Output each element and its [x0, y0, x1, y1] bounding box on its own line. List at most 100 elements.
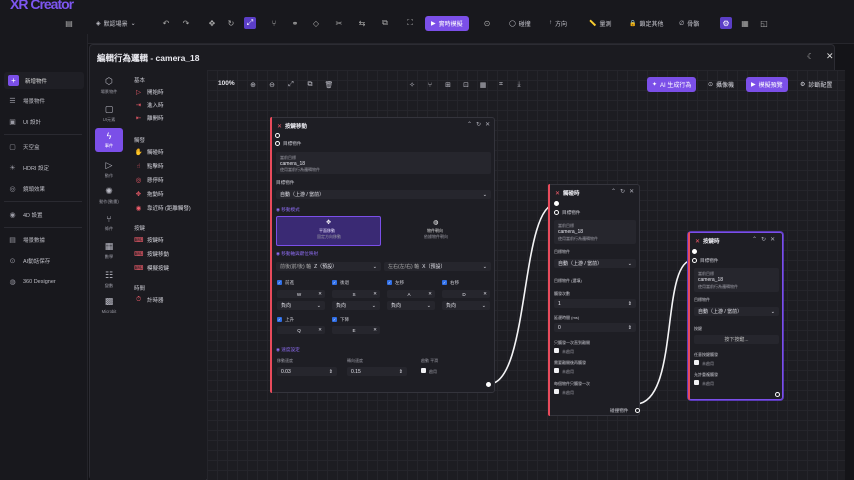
close-icon[interactable]: ✕ — [770, 236, 775, 243]
left-dir[interactable]: 負向 ⌄ — [387, 301, 435, 310]
target-label: 目標物件 — [700, 258, 719, 263]
input-port[interactable] — [275, 133, 280, 138]
once-label: 只觸發一次直到離開 — [554, 340, 590, 345]
speed-label: 移動速度 — [277, 358, 293, 363]
stepper-icon[interactable]: ⇕ — [628, 325, 632, 331]
forward-key[interactable]: W ✕ — [277, 290, 325, 298]
back-checkbox[interactable]: ✓ — [332, 280, 337, 285]
right-checkbox[interactable]: ✓ — [442, 280, 447, 285]
speed-input[interactable]: 0.03 ⇕ — [277, 367, 337, 376]
dir-value: 負向 — [446, 303, 457, 309]
node-key-move[interactable]: ✕ 按鍵移動 ⌃ ↻ ✕ 目標物件 當前目標 camera_18 使用當前行為邏輯物件… — [270, 117, 495, 393]
node-accent — [270, 117, 272, 393]
up-key[interactable]: Q ✕ — [277, 326, 325, 334]
current-hint: 使用當前行為邏輯物件 — [698, 284, 738, 289]
right-dir[interactable]: 負向 ⌄ — [442, 301, 490, 310]
clear-icon[interactable]: ✕ — [428, 291, 432, 297]
hold-label: 任意按鍵觸發 — [694, 352, 718, 357]
key-value: 按下按鍵... — [724, 337, 749, 343]
object-select[interactable]: 自動（上游 / 當前） ⌄ — [276, 190, 491, 199]
input-port[interactable] — [554, 201, 559, 206]
require-checkbox[interactable] — [554, 368, 559, 373]
close-icon[interactable]: ✕ — [629, 188, 634, 195]
rot-input[interactable]: 0.15 ⇕ — [347, 367, 407, 376]
object-label: 目標物件 — [554, 249, 570, 254]
left-checkbox[interactable]: ✓ — [387, 280, 392, 285]
key-label: 前進 — [285, 280, 295, 285]
fb-axis-select[interactable]: 前後(前/後) 軸 Z（預設） ⌄ — [276, 262, 381, 271]
refresh-icon[interactable]: ↻ — [620, 188, 625, 195]
axis-section-label: ◉ 移動軸與鍵位映射 — [276, 251, 318, 257]
count-input[interactable]: 1 ⇕ — [554, 299, 636, 308]
collapse-node-icon[interactable]: ⌃ — [467, 121, 472, 128]
clear-icon[interactable]: ✕ — [373, 327, 377, 333]
target-port[interactable] — [275, 141, 280, 146]
key-capture-input[interactable]: 按下按鍵... — [694, 335, 779, 344]
chevron-down-icon: ⌄ — [482, 191, 487, 198]
plane-icon: ✥ — [326, 220, 332, 226]
current-value: camera_18 — [558, 229, 584, 235]
delay-input[interactable]: 0 ⇕ — [554, 323, 636, 332]
chevron-down-icon: ⌄ — [627, 260, 632, 267]
close-node-icon: ✕ — [695, 238, 701, 245]
hold-checkbox[interactable] — [694, 360, 699, 365]
smooth-checkbox[interactable] — [421, 368, 426, 373]
output-port[interactable] — [486, 382, 491, 387]
object-select[interactable]: 自動（上游 / 當前） ⌄ — [694, 307, 779, 316]
target-port[interactable] — [554, 210, 559, 215]
count-label: 觸發次數 — [554, 291, 570, 296]
input-port[interactable] — [692, 249, 697, 254]
down-checkbox[interactable]: ✓ — [332, 317, 337, 322]
up-checkbox[interactable]: ✓ — [277, 317, 282, 322]
smooth-label: 啟動 平滑 — [421, 358, 439, 363]
each-checkbox[interactable] — [554, 389, 559, 394]
collapse-node-icon[interactable]: ⌃ — [752, 236, 757, 243]
object-select[interactable]: 自動（上游 / 當前） ⌄ — [554, 259, 636, 268]
clear-icon[interactable]: ✕ — [318, 291, 322, 297]
forward-dir[interactable]: 負向 ⌄ — [277, 301, 325, 310]
node-accent — [688, 232, 690, 400]
close-icon[interactable]: ✕ — [485, 121, 490, 128]
lr-value: X（預設） — [422, 264, 446, 270]
back-key[interactable]: S ✕ — [332, 290, 380, 298]
clear-icon[interactable]: ✕ — [483, 291, 487, 297]
lr-axis-select[interactable]: 左右(左/右) 軸 X（預設） ⌄ — [384, 262, 491, 271]
dir-value: 負向 — [391, 303, 402, 309]
collide-output-port[interactable] — [635, 408, 640, 413]
stepper-icon[interactable]: ⇕ — [628, 301, 632, 307]
rot-label: 轉向速度 — [347, 358, 363, 363]
stepper-icon[interactable]: ⇕ — [329, 369, 333, 375]
once-checkbox[interactable] — [554, 348, 559, 353]
forward-checkbox[interactable]: ✓ — [277, 280, 282, 285]
left-key[interactable]: A ✕ — [387, 290, 435, 298]
key-value: A — [407, 291, 411, 297]
target-port[interactable] — [692, 258, 697, 263]
collapse-node-icon[interactable]: ⌃ — [611, 188, 616, 195]
node-header: ✕ 按鍵時 — [695, 237, 720, 246]
stepper-icon[interactable]: ⇕ — [399, 369, 403, 375]
clear-icon[interactable]: ✕ — [373, 291, 377, 297]
speed-section: 速度設定 — [281, 347, 300, 352]
back-dir[interactable]: 負向 ⌄ — [332, 301, 380, 310]
key-value: W — [296, 291, 302, 297]
output-port[interactable] — [775, 392, 780, 397]
chevron-down-icon: ⌄ — [770, 308, 775, 315]
object-label: 目標物件 — [276, 180, 295, 185]
down-label: 下降 — [340, 317, 350, 322]
current-value: camera_18 — [698, 277, 724, 283]
down-key[interactable]: E ✕ — [332, 326, 380, 334]
connection-move-to-touch — [488, 203, 557, 385]
mode-label: 移動模式 — [281, 207, 300, 212]
refresh-icon[interactable]: ↻ — [476, 121, 481, 128]
repeat-checkbox[interactable] — [694, 380, 699, 385]
count-value: 1 — [558, 300, 561, 307]
require-check: 未啟用 — [562, 369, 574, 374]
node-key-press[interactable]: ✕ 按鍵時 ⌃ ↻ ✕ 目標物件 當前目標 camera_18 使用當前行為邏輯物件 … — [688, 232, 783, 400]
hold-check: 未啟用 — [702, 361, 714, 366]
clear-icon[interactable]: ✕ — [318, 327, 322, 333]
node-touch[interactable]: ✕ 觸碰時 ⌃ ↻ ✕ 目標物件 當前目標 camera_18 使用當前行為邏輯物件 … — [548, 184, 640, 416]
node-title: 觸碰時 — [563, 191, 580, 197]
right-key[interactable]: D ✕ — [442, 290, 490, 298]
key-value: E — [352, 327, 356, 333]
refresh-icon[interactable]: ↻ — [761, 236, 766, 243]
